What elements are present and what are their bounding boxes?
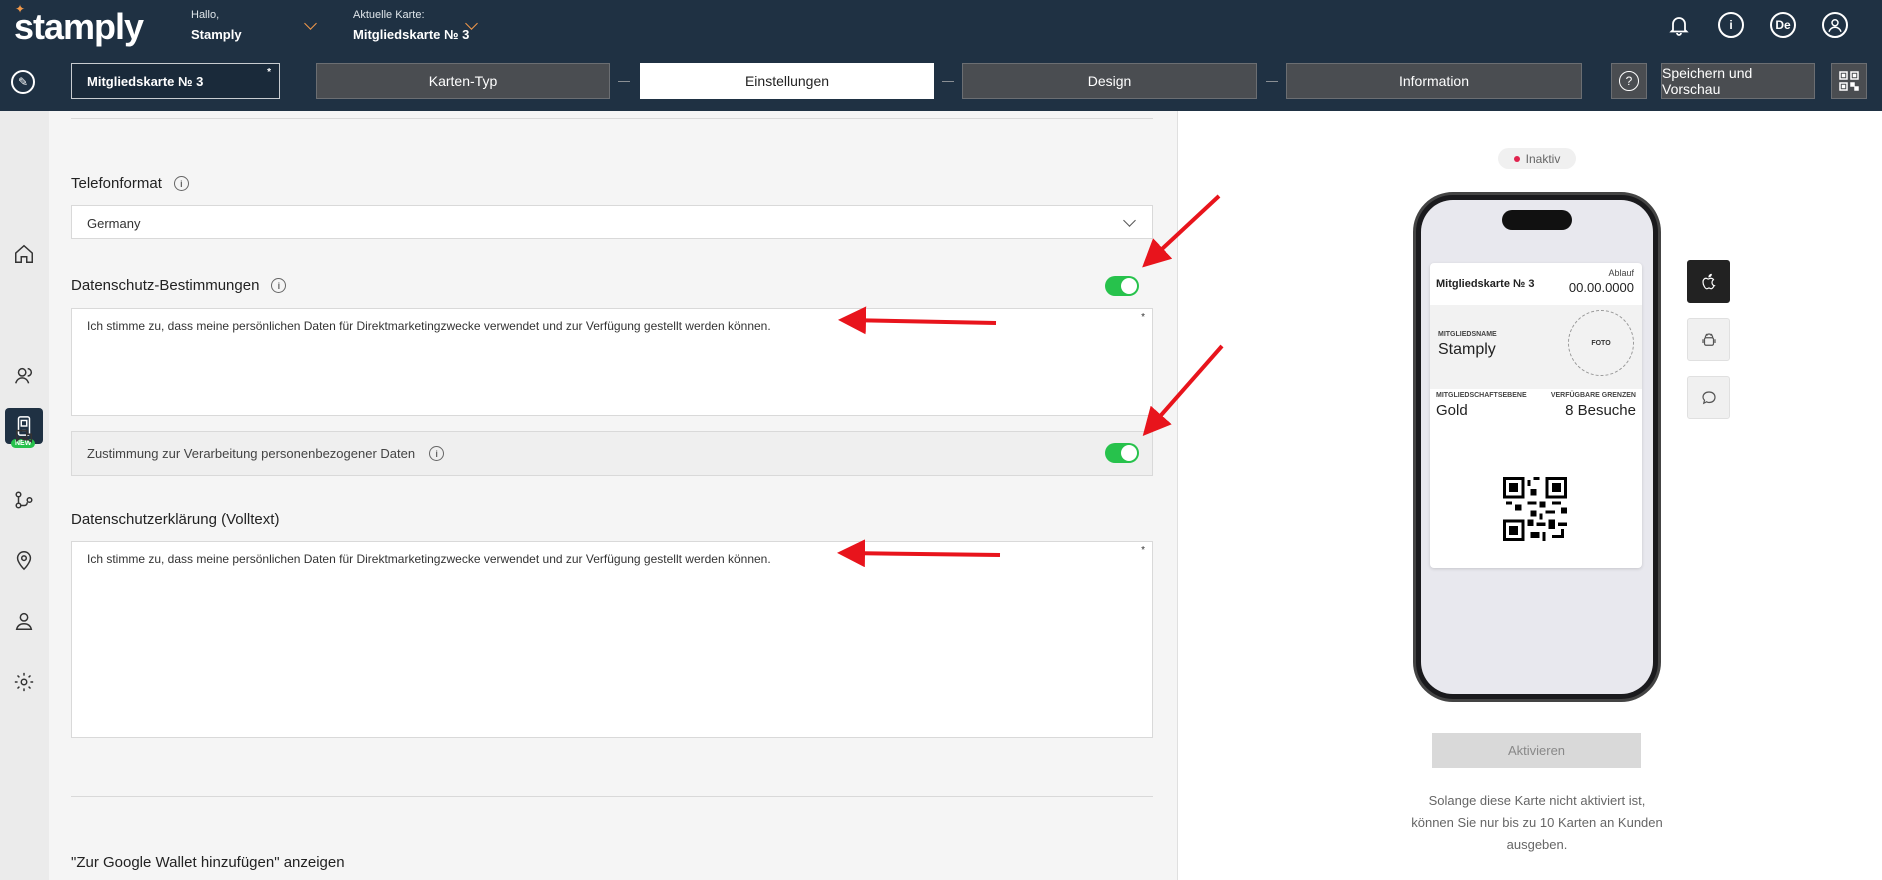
logo-star-icon: ✦ — [15, 2, 25, 16]
help-button[interactable]: ? — [1611, 63, 1647, 99]
phone-format-select[interactable]: Germany — [71, 205, 1153, 239]
privacy-terms-label: Datenschutz-Bestimmungen i — [71, 277, 287, 294]
tab-information[interactable]: Information — [1286, 63, 1582, 99]
consent-label: Zustimmung zur Verarbeitung personenbezo… — [87, 446, 416, 461]
greeting-name: Stamply — [191, 27, 242, 42]
fulltext-label: Datenschutzerklärung (Volltext) — [71, 511, 280, 528]
privacy-terms-textarea[interactable]: Ich stimme zu, dass meine persönlichen D… — [71, 308, 1153, 416]
chevron-down-icon — [1123, 214, 1136, 227]
activate-button[interactable]: Aktivieren — [1432, 733, 1641, 768]
save-preview-button[interactable]: Speichern und Vorschau — [1661, 63, 1815, 99]
flow-icon[interactable] — [11, 487, 37, 513]
step-separator — [1266, 81, 1278, 82]
current-card-selector[interactable]: Aktuelle Karte: Mitgliedskarte № 3 — [353, 9, 469, 42]
fulltext-textarea[interactable]: Ich stimme zu, dass meine persönlichen D… — [71, 541, 1153, 738]
staff-icon[interactable] — [11, 608, 37, 634]
tab-einstellungen[interactable]: Einstellungen — [640, 63, 934, 99]
chat-icon[interactable] — [11, 424, 37, 450]
required-marker: * — [267, 67, 271, 78]
platform-switcher — [1687, 260, 1730, 434]
current-card-label: Aktuelle Karte: — [353, 9, 425, 21]
qr-code-icon — [1503, 477, 1567, 541]
expiry-value: 00.00.0000 — [1568, 280, 1634, 295]
member-name-value: Stamply — [1438, 341, 1496, 358]
message-preview-button[interactable] — [1687, 376, 1730, 419]
photo-placeholder: FOTO — [1568, 310, 1634, 376]
android-icon — [1701, 332, 1716, 346]
android-preview-button[interactable] — [1687, 318, 1730, 361]
membership-card-preview: Mitgliedskarte № 3 Ablauf 00.00.0000 MIT… — [1430, 263, 1642, 568]
edit-pencil-icon[interactable]: ✎ — [11, 70, 35, 94]
language-icon[interactable]: De — [1770, 12, 1796, 38]
greeting-label: Hallo, — [191, 9, 220, 21]
membership-level-value: Gold — [1436, 402, 1468, 419]
member-name-label: MITGLIEDSNAME — [1438, 331, 1497, 338]
location-pin-icon[interactable] — [11, 547, 37, 573]
section-divider — [71, 118, 1153, 119]
membership-level-label: MITGLIEDSCHAFTSEBENE — [1436, 392, 1527, 399]
limits-value: 8 Besuche — [1565, 402, 1636, 419]
card-name-input[interactable]: Mitgliedskarte № 3 * — [71, 63, 280, 99]
info-icon[interactable]: i — [173, 176, 189, 191]
required-marker: * — [1141, 312, 1145, 323]
chat-bubble-icon — [1701, 390, 1716, 404]
consent-row: Zustimmung zur Verarbeitung personenbezo… — [71, 431, 1153, 476]
info-icon[interactable]: i — [1718, 12, 1744, 38]
bell-icon[interactable] — [1666, 12, 1692, 38]
section-divider — [71, 796, 1153, 797]
tab-karten-typ[interactable]: Karten-Typ — [316, 63, 610, 99]
card-header: Mitgliedskarte № 3 Ablauf 00.00.0000 — [1430, 263, 1642, 305]
step-separator — [942, 81, 954, 82]
qr-code-icon — [1839, 71, 1859, 91]
info-icon[interactable]: i — [271, 278, 287, 293]
card-title: Mitgliedskarte № 3 — [1436, 278, 1535, 290]
activation-note: Solange diese Karte nicht aktiviert ist,… — [1411, 793, 1663, 852]
apple-preview-button[interactable] — [1687, 260, 1730, 303]
left-sidebar: NEW — [0, 111, 49, 880]
account-menu[interactable]: Hallo, Stamply — [191, 9, 242, 42]
user-profile-icon[interactable] — [1822, 12, 1848, 38]
question-icon: ? — [1619, 71, 1639, 91]
customers-icon[interactable] — [11, 363, 37, 389]
account-chevron-down-icon[interactable] — [304, 17, 317, 30]
apple-icon — [1701, 273, 1716, 289]
phone-format-label: Telefonformat i — [71, 175, 189, 192]
status-dot-icon — [1513, 155, 1520, 162]
current-card-name: Mitgliedskarte № 3 — [353, 27, 470, 42]
info-icon[interactable]: i — [429, 446, 445, 461]
status-badge: Inaktiv — [1498, 148, 1576, 169]
phone-notch — [1502, 210, 1572, 230]
expiry-label: Ablauf — [1608, 268, 1634, 278]
settings-gear-icon[interactable] — [11, 669, 37, 695]
step-separator — [618, 81, 630, 82]
privacy-terms-toggle[interactable] — [1105, 276, 1139, 296]
qr-code-button[interactable] — [1831, 63, 1867, 99]
google-wallet-label: "Zur Google Wallet hinzufügen" anzeigen — [71, 854, 345, 871]
consent-toggle[interactable] — [1105, 443, 1139, 463]
top-header: ✦ stamply Hallo, Stamply Aktuelle Karte: … — [0, 0, 1882, 111]
home-icon[interactable] — [11, 241, 37, 267]
limits-label: VERFÜGBARE GRENZEN — [1550, 392, 1636, 399]
required-marker: * — [1141, 545, 1145, 556]
tab-design[interactable]: Design — [962, 63, 1257, 99]
header-icons: i De — [1666, 12, 1848, 38]
stamply-logo[interactable]: ✦ stamply — [14, 2, 144, 48]
